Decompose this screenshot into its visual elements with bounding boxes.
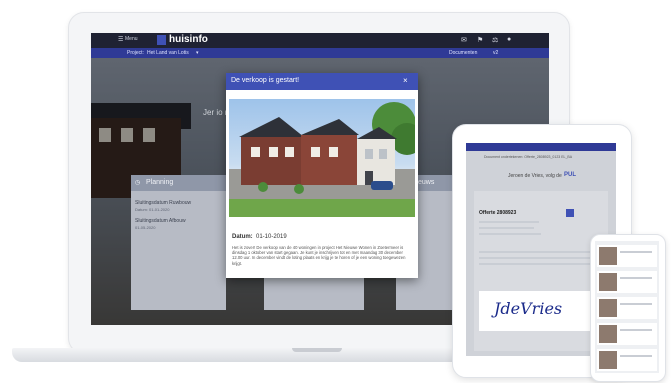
planning-item-value: Datum: 01-01-2020 bbox=[135, 207, 170, 212]
text-line bbox=[479, 233, 541, 235]
planning-item-label: Sluitingsdatum Afbouw bbox=[135, 218, 186, 224]
announcement-modal: De verkoop is gestart! × Datum: 01-10-20… bbox=[226, 73, 418, 278]
feed-item[interactable] bbox=[597, 323, 657, 345]
modal-header: De verkoop is gestart! × bbox=[226, 73, 418, 90]
planning-card-header: ◷ Planning bbox=[131, 175, 226, 191]
project-selector[interactable]: Het Land van Lotis bbox=[147, 50, 189, 56]
planning-item-value: 01-05-2020 bbox=[135, 225, 156, 230]
document-title: Offerte 2808923 bbox=[479, 210, 517, 216]
laptop-notch bbox=[292, 348, 342, 352]
phone-screen bbox=[595, 241, 659, 373]
announcement-body: Het is zover! De verkoop van de 40 wonin… bbox=[232, 245, 406, 266]
feed-item[interactable] bbox=[597, 271, 657, 293]
logo-icon bbox=[157, 35, 166, 45]
chat-icon[interactable]: ✉ bbox=[461, 36, 467, 44]
planning-card-title: Planning bbox=[146, 179, 174, 186]
feed-item[interactable] bbox=[597, 297, 657, 319]
signature: JdeVries bbox=[494, 299, 563, 318]
houses-illustration bbox=[229, 102, 415, 217]
project-photo bbox=[229, 99, 415, 217]
thumbnail bbox=[599, 325, 617, 343]
documents-link[interactable]: Documenten bbox=[449, 50, 477, 56]
brand-name: PUL bbox=[564, 172, 576, 178]
feed-item[interactable] bbox=[597, 245, 657, 267]
date-value: 01-10-2019 bbox=[256, 234, 287, 240]
user-icon[interactable]: ● bbox=[507, 36, 511, 43]
tablet-header: Document ondertekenen: Offerte_2808923_0… bbox=[484, 155, 573, 159]
company-logo-icon bbox=[566, 209, 574, 217]
document-page: Offerte 2808923 JdeVries bbox=[474, 191, 608, 351]
thumbnail bbox=[599, 299, 617, 317]
text-line bbox=[479, 263, 597, 265]
thumbnail bbox=[599, 351, 617, 369]
top-bar: Menu ☰ huisinfo ✉ ⚑ ⚖ ● bbox=[91, 33, 549, 48]
tablet-top-bar bbox=[466, 143, 616, 151]
basket-icon[interactable]: ⚖ bbox=[492, 36, 498, 44]
text-line bbox=[620, 329, 652, 331]
project-label: Project: bbox=[127, 50, 144, 56]
signature-pad[interactable]: JdeVries bbox=[479, 291, 604, 331]
version-label[interactable]: v2 bbox=[493, 50, 498, 56]
tablet-subtitle: Jeroen de Vries, volg de bbox=[508, 173, 562, 179]
text-line bbox=[479, 257, 594, 259]
close-icon[interactable]: × bbox=[403, 76, 408, 85]
thumbnail bbox=[599, 247, 617, 265]
text-line bbox=[620, 251, 652, 253]
clock-icon: ◷ bbox=[135, 180, 141, 186]
feed-item[interactable] bbox=[597, 349, 657, 371]
bell-icon[interactable]: ⚑ bbox=[477, 36, 483, 44]
text-line bbox=[620, 277, 652, 279]
date-label: Datum: bbox=[232, 234, 253, 240]
modal-title: De verkoop is gestart! bbox=[231, 77, 300, 84]
menu-button[interactable]: Menu bbox=[125, 36, 138, 42]
news-card-title: euws bbox=[418, 179, 435, 186]
logo-text[interactable]: huisinfo bbox=[169, 34, 208, 45]
text-line bbox=[620, 355, 652, 357]
planning-item-label: Sluitingsdatum Ruwbouw bbox=[135, 200, 192, 206]
project-bar: Project: Het Land van Lotis ▾ Documenten… bbox=[91, 48, 549, 58]
text-line bbox=[479, 251, 599, 253]
text-line bbox=[479, 227, 534, 229]
hamburger-icon[interactable]: ☰ bbox=[118, 36, 123, 43]
text-line bbox=[620, 303, 652, 305]
thumbnail bbox=[599, 273, 617, 291]
text-line bbox=[479, 221, 539, 223]
chevron-down-icon[interactable]: ▾ bbox=[196, 50, 199, 56]
planning-card: ◷ Planning Sluitingsdatum Ruwbouw Datum:… bbox=[131, 175, 226, 310]
hero-heading: Jer io r bbox=[203, 108, 228, 117]
